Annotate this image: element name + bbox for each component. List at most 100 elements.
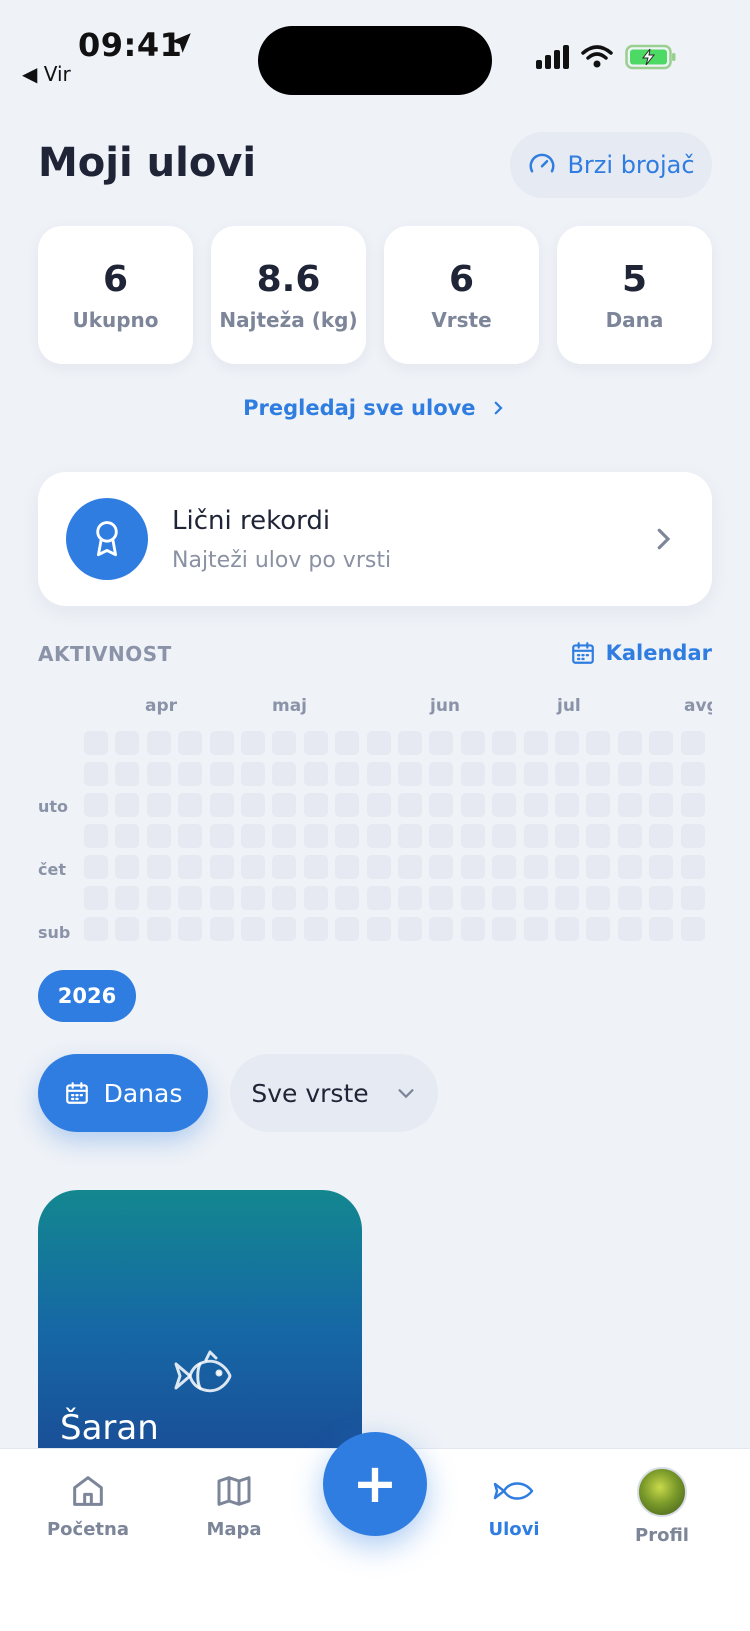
month-labels: apr maj jun jul avg (0, 696, 750, 720)
heatmap-cell (146, 855, 171, 879)
heatmap-cell (555, 824, 579, 848)
weekday-label: sub (38, 923, 71, 942)
heatmap-cell (617, 824, 642, 848)
heatmap-cell (429, 886, 454, 910)
heatmap-cell (335, 762, 360, 786)
heatmap-cell (241, 917, 265, 941)
nav-item-map[interactable]: Mapa (174, 1471, 294, 1540)
heatmap-cell (146, 731, 171, 755)
fish-icon (174, 1350, 232, 1393)
heatmap-cell (523, 762, 548, 786)
heatmap-cell (649, 762, 674, 786)
heatmap-cell (366, 917, 391, 941)
heatmap-cell (178, 762, 203, 786)
heatmap-cell (617, 886, 642, 910)
heatmap-cell (649, 793, 674, 817)
heatmap-cell (272, 886, 297, 910)
heatmap-cell (586, 824, 611, 848)
today-label: Danas (103, 1078, 183, 1108)
heatmap-cell (115, 917, 140, 941)
heatmap-cell (272, 824, 297, 848)
heatmap-cell (241, 855, 265, 879)
heatmap-cell (335, 824, 360, 848)
heatmap-cell (523, 886, 548, 910)
back-to-app-link[interactable]: ◀ Vir (22, 62, 71, 86)
heatmap-cell (272, 855, 297, 879)
heatmap-cell (555, 886, 579, 910)
heatmap-cell (586, 855, 611, 879)
heatmap-cell (398, 917, 422, 941)
home-icon (73, 1476, 103, 1506)
view-all-catches-link[interactable]: Pregledaj sve ulove (0, 396, 750, 420)
status-icons (536, 44, 677, 70)
heatmap-cell (209, 886, 234, 910)
nav-label: Početna (46, 1519, 129, 1540)
records-title: Lični rekordi (172, 506, 331, 536)
stat-card-species: 6 Vrste (384, 226, 539, 364)
calendar-link[interactable]: Kalendar (570, 640, 712, 666)
stat-card-heaviest: 8.6 Najteža (kg) (211, 226, 366, 364)
month-label: avg (684, 696, 712, 716)
stat-value: 8.6 (256, 258, 321, 300)
heatmap-cell (209, 855, 234, 879)
heatmap-cell (366, 793, 391, 817)
catch-card[interactable]: Šaran (38, 1190, 362, 1450)
heatmap-cell (460, 886, 485, 910)
heatmap-cell (115, 886, 140, 910)
heatmap-cell (84, 762, 108, 786)
nav-item-home[interactable]: Početna (28, 1471, 148, 1540)
heatmap-cell (586, 793, 611, 817)
activity-section-label: AKTIVNOST (38, 642, 172, 666)
gauge-icon (529, 153, 555, 173)
heatmap-cell (209, 824, 234, 848)
heatmap-cell (429, 793, 454, 817)
month-label: jul (557, 696, 581, 716)
heatmap-cell (178, 886, 203, 910)
cellular-signal-icon (536, 45, 569, 69)
heatmap-cell (146, 793, 171, 817)
heatmap-cell (303, 917, 328, 941)
calendar-icon (65, 1082, 88, 1104)
heatmap-cell (523, 824, 548, 848)
heatmap-cell (146, 824, 171, 848)
personal-records-card[interactable]: Lični rekordi Najteži ulov po vrsti (38, 472, 712, 606)
nav-item-profile[interactable]: Profil (602, 1467, 722, 1546)
nav-item-catches[interactable]: Ulovi (454, 1471, 574, 1540)
species-dropdown[interactable]: Sve vrste (230, 1054, 438, 1132)
heatmap-cell (680, 793, 705, 817)
chevron-right-icon (494, 401, 503, 415)
chevron-right-icon (657, 528, 671, 550)
dynamic-island (258, 26, 492, 95)
stat-label: Vrste (431, 307, 492, 332)
add-catch-button[interactable]: + (323, 1432, 427, 1536)
heatmap-cell (649, 731, 674, 755)
heatmap-cell (84, 917, 108, 941)
species-select-value: Sve vrste (251, 1078, 369, 1108)
heatmap-cell (460, 793, 485, 817)
heatmap-cell (115, 762, 140, 786)
stat-value: 6 (448, 258, 475, 300)
heatmap-cell (241, 886, 265, 910)
heatmap-cell (335, 886, 360, 910)
activity-heatmap (84, 731, 712, 949)
heatmap-cell (492, 855, 517, 879)
quick-counter-button[interactable]: Brzi brojač (510, 132, 712, 198)
plus-icon: + (352, 1452, 398, 1515)
heatmap-cell (241, 793, 265, 817)
heatmap-cell (617, 762, 642, 786)
heatmap-cell (555, 917, 579, 941)
month-label: maj (272, 696, 308, 716)
quick-counter-label: Brzi brojač (567, 151, 695, 179)
heatmap-cell (649, 886, 674, 910)
wifi-icon (581, 45, 613, 68)
today-filter-button[interactable]: Danas (38, 1054, 208, 1132)
heatmap-cell (429, 731, 454, 755)
year-selector-chip[interactable]: 2026 (38, 970, 136, 1022)
heatmap-cell (366, 886, 391, 910)
month-label: jun (430, 696, 461, 716)
heatmap-cell (84, 886, 108, 910)
fish-icon (493, 1482, 534, 1500)
nav-label: Ulovi (488, 1519, 540, 1540)
heatmap-cell (84, 793, 108, 817)
heatmap-cell (649, 824, 674, 848)
